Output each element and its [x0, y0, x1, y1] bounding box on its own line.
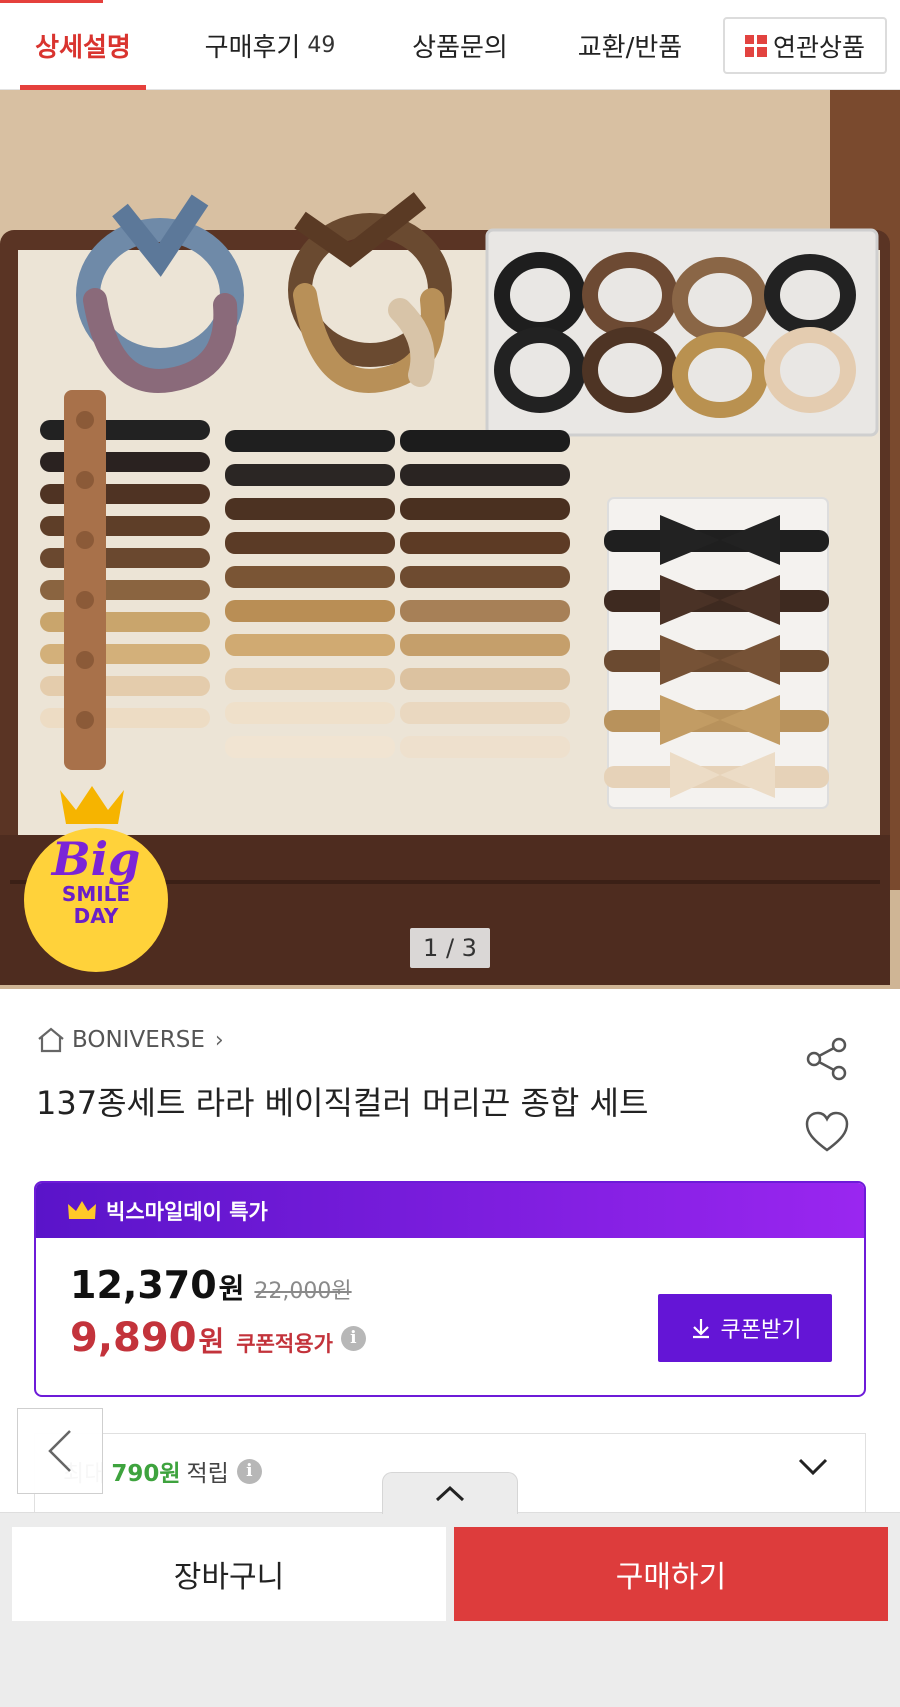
tab-label: 상세설명 — [35, 32, 131, 63]
add-to-cart-button[interactable]: 장바구니 — [12, 1527, 446, 1621]
chevron-down-icon[interactable] — [795, 1452, 831, 1482]
brand-name: BONIVERSE — [72, 1027, 205, 1053]
tab-reviews[interactable]: 구매후기 49 — [190, 0, 350, 90]
coupon-price-unit: 원 — [198, 1325, 225, 1358]
points-amount: 790원 — [111, 1461, 181, 1487]
image-counter: 1 / 3 — [410, 928, 490, 968]
get-coupon-button[interactable]: 쿠폰받기 — [658, 1294, 832, 1362]
sale-price: 12,370 원 22,000원 — [70, 1263, 352, 1307]
info-icon[interactable]: i — [236, 1458, 262, 1484]
tab-label: 교환/반품 — [577, 32, 683, 63]
coupon-price: 9,890 원 쿠폰적용가 i — [70, 1315, 366, 1361]
grid-icon — [744, 34, 767, 57]
detail-tab-bar: 상세설명 구매후기 49 상품문의 교환/반품 연관상품 — [0, 0, 900, 90]
coupon-price-value: 9,890 — [70, 1315, 197, 1361]
tab-label: 상품문의 — [412, 32, 508, 63]
buy-now-button[interactable]: 구매하기 — [454, 1527, 888, 1621]
tab-description[interactable]: 상세설명 — [20, 0, 146, 90]
promo-header: 빅스마일데이 특가 — [36, 1183, 864, 1238]
sale-price-unit: 원 — [218, 1272, 245, 1305]
badge-smile-text: SMILE — [61, 882, 131, 906]
chevron-up-icon — [435, 1485, 465, 1501]
original-price: 22,000원 — [254, 1279, 352, 1304]
big-smile-day-badge: Big SMILE DAY — [30, 835, 162, 927]
heart-icon[interactable] — [804, 1110, 850, 1154]
download-icon — [692, 1319, 709, 1339]
expand-handle[interactable] — [382, 1472, 518, 1514]
chevron-right-icon: › — [214, 1027, 224, 1053]
related-products-button[interactable]: 연관상품 — [723, 17, 887, 74]
crown-icon — [68, 1200, 96, 1219]
coupon-price-label: 쿠폰적용가 — [236, 1332, 333, 1356]
review-count: 49 — [307, 32, 336, 58]
tab-label: 구매후기 — [204, 32, 301, 63]
badge-day-text: DAY — [73, 904, 119, 928]
special-price-box: 빅스마일데이 특가 12,370 원 22,000원 9,890 원 쿠폰적용가… — [34, 1181, 866, 1397]
brand-link[interactable]: BONIVERSE › — [36, 1023, 224, 1057]
share-icon[interactable] — [804, 1036, 850, 1082]
tab-inquiries[interactable]: 상품문의 — [395, 0, 525, 90]
promo-header-label: 빅스마일데이 특가 — [106, 1199, 268, 1224]
get-coupon-label: 쿠폰받기 — [720, 1318, 802, 1343]
badge-big-text: Big — [51, 832, 141, 886]
points-suffix: 적립 — [186, 1461, 229, 1487]
back-button[interactable] — [17, 1408, 103, 1494]
chevron-left-icon — [48, 1430, 71, 1472]
info-icon[interactable]: i — [340, 1325, 366, 1351]
store-home-icon — [38, 1027, 64, 1053]
sale-price-value: 12,370 — [70, 1263, 217, 1307]
related-products-label: 연관상품 — [772, 32, 865, 62]
tab-exchange-return[interactable]: 교환/반품 — [565, 0, 695, 90]
product-title: 137종세트 라라 베이직컬러 머리끈 종합 세트 — [36, 1084, 649, 1122]
